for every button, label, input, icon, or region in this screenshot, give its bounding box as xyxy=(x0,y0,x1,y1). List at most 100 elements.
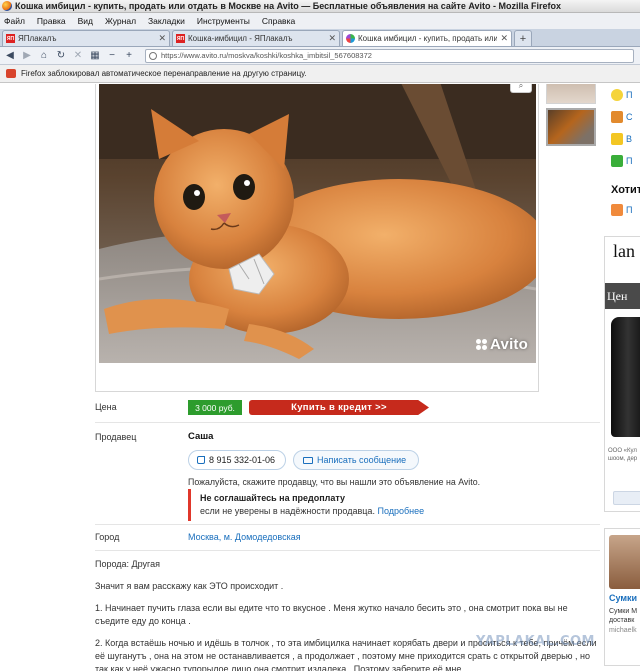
write-message-label: Написать сообщение xyxy=(317,455,407,465)
share-icon xyxy=(611,111,623,123)
description-paragraph: 1. Начинает пучить глаза если вы едите ч… xyxy=(95,603,568,626)
ad-brand: lan xyxy=(613,241,635,261)
avito-watermark-text: Avito xyxy=(490,336,528,353)
site-watermark: YAPLAKAL.COM xyxy=(476,634,595,649)
tab-yaplakal-topic[interactable]: ЯП Кошка-имбицил - ЯПлакалъ ✕ xyxy=(172,30,340,46)
sidebar-heading: Хотит xyxy=(611,184,640,196)
warning-text: если не уверены в надёжности продавца. xyxy=(200,506,375,516)
menu-tools[interactable]: Инструменты xyxy=(197,16,250,26)
zoom-in-icon[interactable]: + xyxy=(122,49,136,63)
photo-thumbnail-selected[interactable] xyxy=(546,108,596,146)
side-action[interactable]: П xyxy=(611,150,640,172)
seller-hint: Пожалуйста, скажите продавцу, что вы наш… xyxy=(188,477,481,487)
thumbnail-strip xyxy=(546,84,598,150)
navigation-bar: ◀ ▶ ⌂ ↻ ✕ ▦ − + https://www.avito.ru/mos… xyxy=(0,47,640,65)
stop-icon[interactable]: ✕ xyxy=(71,49,85,63)
notification-bar: Firefox заблокировал автоматическое пере… xyxy=(0,65,640,83)
close-icon[interactable]: ✕ xyxy=(328,33,336,44)
back-icon[interactable]: ◀ xyxy=(3,49,17,63)
side-action-label: П xyxy=(626,156,633,166)
sidebar-link[interactable]: П xyxy=(611,204,632,216)
window-title: Кошка имбицил - купить, продать или отда… xyxy=(15,1,562,11)
phone-number: 8 915 332-01-06 xyxy=(209,455,276,465)
banner-ad[interactable]: lan Цен ООО «Кул шоом, дер xyxy=(604,236,640,512)
description-paragraph: Порода: Другая xyxy=(95,559,161,569)
menu-bar: Файл Правка Вид Журнал Закладки Инструме… xyxy=(0,13,640,29)
tab-label: Кошка-имбицил - ЯПлакалъ xyxy=(188,34,293,43)
bags-ad[interactable]: Сумки Сумки М доставк michaelk xyxy=(604,528,640,666)
photo-frame: Avito ⌕ xyxy=(95,84,539,392)
phone-icon xyxy=(197,456,205,464)
window-titlebar: Кошка имбицил - купить, продать или отда… xyxy=(0,0,640,13)
prepayment-warning: Не соглашайтесь на предоплату если не ув… xyxy=(188,489,488,521)
ad-jacket-image xyxy=(611,317,640,437)
side-action[interactable]: С xyxy=(611,106,640,128)
yaplakal-icon: ЯП xyxy=(176,34,185,43)
side-action-label: П xyxy=(626,90,633,100)
side-action[interactable]: П xyxy=(611,84,640,106)
price-badge: 3 000 руб. xyxy=(188,400,242,415)
description-paragraph: Значит я вам расскажу как ЭТО происходит… xyxy=(95,581,284,591)
up-arrow-icon xyxy=(611,155,623,167)
page-content: Avito ⌕ П С В П Хотит П lan Цен ООО «Кул… xyxy=(0,84,640,671)
side-actions: П С В П xyxy=(611,84,640,172)
number-one-icon xyxy=(611,89,623,101)
menu-bookmarks[interactable]: Закладки xyxy=(148,16,185,26)
photo-thumbnail[interactable] xyxy=(546,84,596,104)
new-tab-button[interactable]: + xyxy=(514,30,532,46)
tab-strip: ЯП ЯПлакалъ ✕ ЯП Кошка-имбицил - ЯПлакал… xyxy=(0,29,640,47)
bag-image xyxy=(609,535,640,589)
gift-icon xyxy=(611,204,623,216)
home-icon[interactable]: ⌂ xyxy=(37,49,51,63)
avito-logo-icon xyxy=(476,339,488,350)
bags-title[interactable]: Сумки xyxy=(609,593,637,603)
address-bar[interactable]: https://www.avito.ru/moskva/koshki/koshk… xyxy=(145,48,634,63)
bags-url: michaelk xyxy=(609,627,637,634)
close-icon[interactable]: ✕ xyxy=(500,33,508,44)
phone-button[interactable]: 8 915 332-01-06 xyxy=(188,450,286,470)
credit-button[interactable]: Купить в кредит >> xyxy=(249,400,429,415)
divider xyxy=(95,422,600,423)
menu-view[interactable]: Вид xyxy=(78,16,93,26)
url-text: https://www.avito.ru/moskva/koshki/koshk… xyxy=(161,51,372,60)
warning-text-row: если не уверены в надёжности продавца. П… xyxy=(200,506,488,516)
avito-icon xyxy=(346,34,355,43)
forward-icon[interactable]: ▶ xyxy=(20,49,34,63)
sidebar-link-label: П xyxy=(626,205,633,215)
menu-edit[interactable]: Правка xyxy=(37,16,66,26)
menu-file[interactable]: Файл xyxy=(4,16,25,26)
side-action[interactable]: В xyxy=(611,128,640,150)
tab-avito[interactable]: Кошка имбицил - купить, продать или ... … xyxy=(342,30,512,46)
avito-watermark: Avito xyxy=(476,336,528,353)
bags-text: Сумки М доставк xyxy=(609,608,638,624)
city-link[interactable]: Москва, м. Домодедовская xyxy=(188,532,301,542)
close-icon[interactable]: ✕ xyxy=(158,33,166,44)
tab-yaplakal[interactable]: ЯП ЯПлакалъ ✕ xyxy=(2,30,170,46)
listing-description: Порода: Другая Значит я вам расскажу как… xyxy=(95,558,600,671)
menu-help[interactable]: Справка xyxy=(262,16,295,26)
seller-label: Продавец xyxy=(95,432,137,442)
reload-icon[interactable]: ↻ xyxy=(54,49,68,63)
warning-more-link[interactable]: Подробнее xyxy=(377,506,424,516)
ad-price-band: Цен xyxy=(605,283,640,309)
notification-icon xyxy=(6,69,16,78)
envelope-icon xyxy=(303,456,313,464)
pencil-icon xyxy=(611,133,623,145)
tab-label: ЯПлакалъ xyxy=(18,34,57,43)
zoom-photo-icon[interactable]: ⌕ xyxy=(510,84,532,93)
divider xyxy=(95,524,600,525)
bookmarks-grid-icon[interactable]: ▦ xyxy=(88,49,102,63)
ad-logo xyxy=(613,491,640,505)
globe-icon xyxy=(149,51,157,60)
write-message-button[interactable]: Написать сообщение xyxy=(293,450,419,470)
listing-photo[interactable]: Avito xyxy=(99,84,536,363)
yaplakal-icon: ЯП xyxy=(6,34,15,43)
side-action-label: С xyxy=(626,112,633,122)
menu-history[interactable]: Журнал xyxy=(105,16,136,26)
divider xyxy=(95,550,600,551)
notification-text: Firefox заблокировал автоматическое пере… xyxy=(21,69,307,78)
price-label: Цена xyxy=(95,402,117,412)
zoom-out-icon[interactable]: − xyxy=(105,49,119,63)
firefox-icon xyxy=(2,1,12,11)
city-label: Город xyxy=(95,532,120,542)
